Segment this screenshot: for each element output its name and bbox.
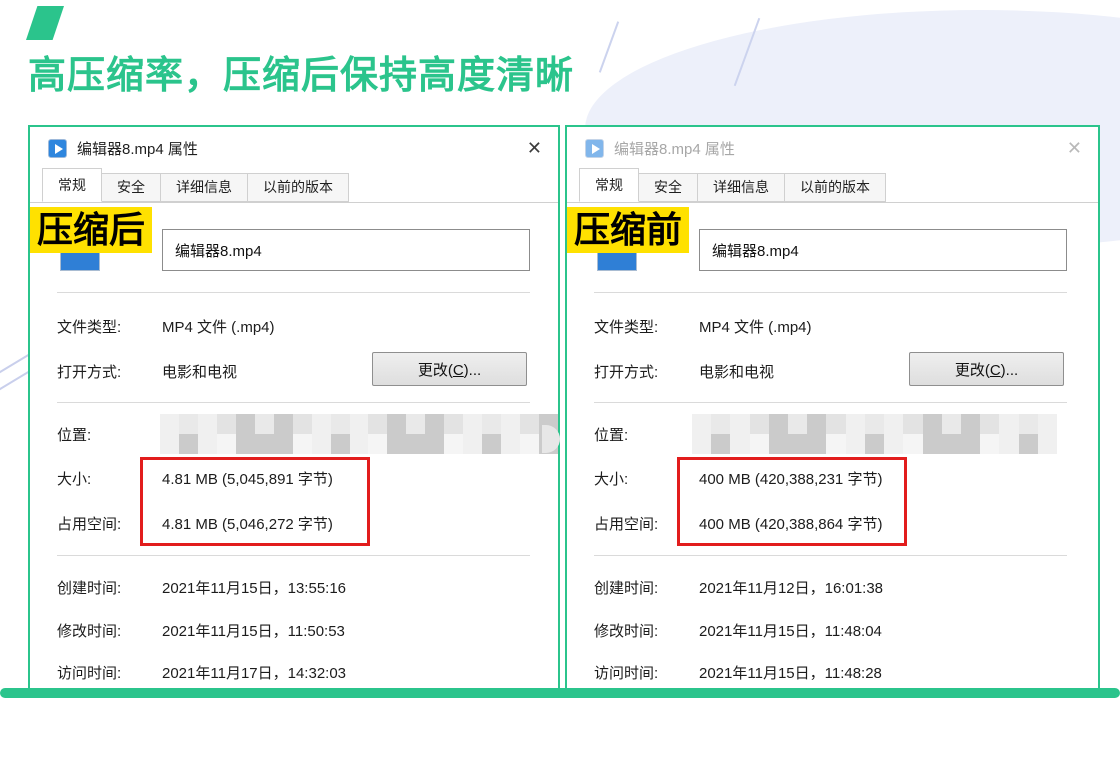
bottom-accent-bar xyxy=(0,688,1120,698)
filename-input[interactable] xyxy=(699,229,1067,271)
close-icon[interactable]: ✕ xyxy=(527,139,542,157)
tab-details[interactable]: 详细信息 xyxy=(160,173,248,202)
compression-state-badge: 压缩后 xyxy=(30,207,152,253)
dialog-title: 编辑器8.mp4 属性 xyxy=(77,138,198,159)
divider xyxy=(594,292,1067,293)
corner-accent xyxy=(26,6,64,40)
divider xyxy=(57,555,530,556)
tab-strip: 常规 安全 详细信息 以前的版本 xyxy=(30,169,558,203)
mp4-file-icon xyxy=(585,139,604,158)
size-highlight-box xyxy=(140,457,370,546)
dialog-title: 编辑器8.mp4 属性 xyxy=(614,138,735,159)
divider xyxy=(57,402,530,403)
tab-security[interactable]: 安全 xyxy=(638,173,698,202)
tab-general[interactable]: 常规 xyxy=(579,168,639,202)
mp4-file-icon xyxy=(48,139,67,158)
divider xyxy=(57,292,530,293)
properties-dialog-before: 编辑器8.mp4 属性 ✕ 常规 安全 详细信息 以前的版本 文件类型: MP4… xyxy=(565,125,1100,692)
page-title: 高压缩率，压缩后保持高度清晰 xyxy=(28,52,574,100)
compression-comparison-page: 高压缩率，压缩后保持高度清晰 编辑器8.mp4 属性 ✕ 常规 安全 详细信息 … xyxy=(0,0,1120,760)
divider xyxy=(594,555,1067,556)
dialog-titlebar: 编辑器8.mp4 属性 ✕ xyxy=(567,127,1098,169)
compression-state-badge: 压缩前 xyxy=(567,207,689,253)
change-button[interactable]: 更改(C)... xyxy=(909,352,1064,386)
tab-previous-versions[interactable]: 以前的版本 xyxy=(784,173,886,202)
tab-previous-versions[interactable]: 以前的版本 xyxy=(247,173,349,202)
size-highlight-box xyxy=(677,457,907,546)
tab-general[interactable]: 常规 xyxy=(42,168,102,202)
filename-input[interactable] xyxy=(162,229,530,271)
tab-strip: 常规 安全 详细信息 以前的版本 xyxy=(567,169,1098,203)
tab-details[interactable]: 详细信息 xyxy=(697,173,785,202)
divider xyxy=(594,402,1067,403)
properties-dialog-after: 编辑器8.mp4 属性 ✕ 常规 安全 详细信息 以前的版本 文件类型: MP4… xyxy=(28,125,560,692)
close-icon[interactable]: ✕ xyxy=(1067,139,1082,157)
tab-security[interactable]: 安全 xyxy=(101,173,161,202)
change-button[interactable]: 更改(C)... xyxy=(372,352,527,386)
decor-line xyxy=(599,21,619,72)
dialog-titlebar: 编辑器8.mp4 属性 ✕ xyxy=(30,127,558,169)
censored-location xyxy=(160,414,558,454)
censored-location xyxy=(692,414,1057,454)
